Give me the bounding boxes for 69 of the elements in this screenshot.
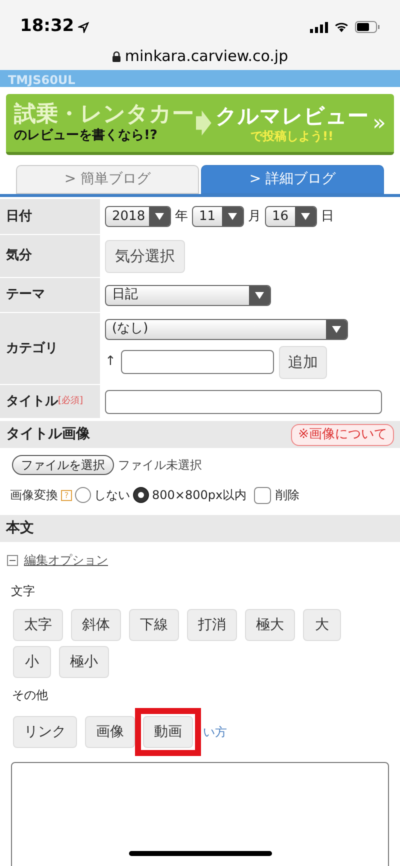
category-input[interactable] [120, 350, 274, 374]
file-status: ファイル未選択 [118, 457, 202, 474]
radio-label: しない [94, 487, 130, 504]
unit-label: 日 [321, 208, 334, 226]
arrow-label: ↑ [105, 353, 116, 372]
checkbox-label: 削除 [276, 487, 300, 504]
checkbox[interactable] [254, 486, 271, 504]
blog-tab[interactable]: > 簡単ブログ [16, 165, 199, 194]
blog-tab[interactable]: > 詳細ブログ [201, 165, 384, 194]
arrow-icon [196, 110, 212, 136]
location-icon [78, 22, 90, 32]
lock-icon [112, 50, 121, 62]
banner-title: クルマレビュー [216, 102, 369, 128]
body-textarea[interactable] [11, 762, 389, 866]
group-label: その他 [12, 688, 48, 702]
dropdown-arrow-icon [255, 292, 264, 298]
collapse-icon[interactable] [7, 554, 18, 566]
select-field[interactable]: 2018 [105, 206, 171, 227]
section-heading: タイトル画像 [6, 425, 90, 444]
format-button[interactable]: 小 [13, 646, 51, 678]
format-button[interactable]: 打消 [187, 609, 237, 641]
select-field[interactable]: 11 [192, 206, 244, 227]
field-label: カテゴリ [6, 340, 58, 358]
status-time: 18:32 [20, 15, 74, 38]
choose-file-button[interactable]: ファイルを選択 [12, 455, 114, 475]
wifi-icon [334, 22, 349, 32]
format-button[interactable]: 極小 [59, 646, 109, 678]
url-text[interactable]: minkara.carview.co.jp [124, 45, 288, 68]
signal-icon [310, 22, 328, 32]
options-link[interactable]: 編集オプション [24, 551, 108, 569]
section-heading: 本文 [6, 519, 34, 538]
format-button[interactable]: 下線 [129, 609, 179, 641]
banner-subline: のレビューを書くなら!? [14, 128, 158, 144]
field-label: テーマ [6, 286, 45, 304]
header-bar: TMJS60UL [0, 70, 400, 87]
convert-label: 画像変換 [10, 487, 58, 504]
unit-label: 年 [175, 208, 188, 226]
radio-button[interactable] [75, 487, 91, 503]
dropdown-arrow-icon [155, 213, 164, 220]
radio-button[interactable] [133, 487, 149, 503]
banner-headline: 試乗・レンタカー [14, 102, 195, 128]
group-label: 文字 [11, 584, 35, 598]
format-button[interactable]: 大 [303, 609, 341, 641]
battery-icon [355, 21, 380, 33]
dropdown-arrow-icon [301, 213, 310, 220]
banner-chevron: » [372, 110, 386, 138]
select-field[interactable]: 16 [265, 206, 317, 227]
field-label: 日付 [6, 208, 32, 226]
image-info-button[interactable]: ※画像について [291, 424, 394, 446]
dropdown-arrow-icon [228, 213, 237, 220]
usage-link[interactable]: い方 [203, 723, 227, 741]
format-button[interactable]: 斜体 [71, 609, 121, 641]
select-field[interactable]: (なし) [105, 318, 348, 340]
radio-label: 800×800px以内 [152, 487, 247, 504]
title-input[interactable] [105, 390, 382, 414]
insert-button[interactable]: 動画 [143, 716, 193, 748]
field-label: 気分 [6, 247, 32, 266]
mood-button[interactable]: 気分選択 [105, 240, 185, 272]
banner-tagline: で投稿しよう!! [250, 128, 334, 144]
format-button[interactable]: 極大 [245, 609, 295, 641]
add-button[interactable]: 追加 [278, 346, 327, 378]
unit-label: 月 [248, 208, 261, 226]
insert-button[interactable]: 画像 [85, 716, 135, 748]
dropdown-arrow-icon [332, 326, 341, 332]
select-field[interactable]: 日記 [105, 284, 271, 306]
field-label: タイトル [6, 392, 58, 411]
required-note: [必須] [58, 394, 84, 408]
insert-button[interactable]: リンク [13, 716, 77, 748]
format-button[interactable]: 太字 [13, 609, 63, 641]
